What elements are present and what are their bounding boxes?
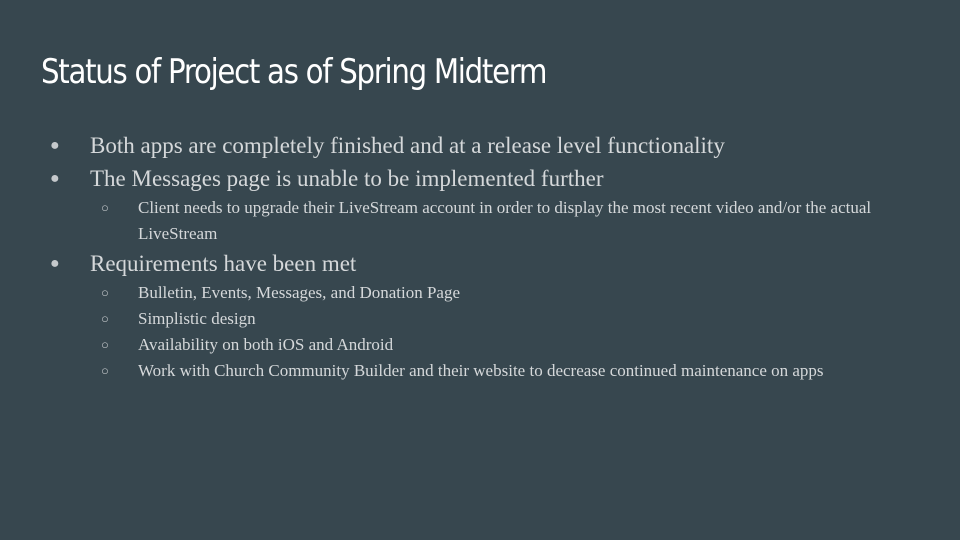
- sub-bullet-text: Client needs to upgrade their LiveStream…: [138, 198, 872, 243]
- sub-bullet-text: Simplistic design: [138, 309, 256, 328]
- bullet-text: Both apps are completely finished and at…: [90, 133, 725, 158]
- sub-bullet-text: Bulletin, Events, Messages, and Donation…: [138, 283, 461, 302]
- sub-bullet-item: ○ Simplistic design: [50, 306, 930, 332]
- sub-bullet-item: ○ Bulletin, Events, Messages, and Donati…: [50, 280, 930, 306]
- sub-bullet-item: ○ Availability on both iOS and Android: [50, 332, 930, 358]
- hollow-bullet-icon: ○: [101, 285, 109, 300]
- bullet-item: ● Requirements have been met: [50, 247, 930, 280]
- slide-title: Status of Project as of Spring Midterm: [41, 52, 548, 92]
- sub-bullet-text: Availability on both iOS and Android: [138, 335, 394, 354]
- bullet-item: ● The Messages page is unable to be impl…: [50, 162, 930, 195]
- hollow-bullet-icon: ○: [101, 311, 109, 326]
- bullet-list: ● Both apps are completely finished and …: [50, 129, 930, 384]
- filled-bullet-icon: ●: [50, 137, 60, 154]
- sub-bullet-item: ○ Client needs to upgrade their LiveStre…: [50, 195, 930, 247]
- filled-bullet-icon: ●: [50, 255, 60, 272]
- bullet-text: Requirements have been met: [90, 251, 357, 276]
- sub-bullet-text: Work with Church Community Builder and t…: [138, 361, 824, 380]
- hollow-bullet-icon: ○: [101, 363, 109, 378]
- hollow-bullet-icon: ○: [101, 337, 109, 352]
- filled-bullet-icon: ●: [50, 170, 60, 187]
- bullet-text: The Messages page is unable to be implem…: [90, 166, 604, 191]
- sub-bullet-item: ○ Work with Church Community Builder and…: [50, 358, 930, 384]
- bullet-item: ● Both apps are completely finished and …: [50, 129, 930, 162]
- hollow-bullet-icon: ○: [101, 200, 109, 215]
- slide: Status of Project as of Spring Midterm ●…: [0, 0, 960, 540]
